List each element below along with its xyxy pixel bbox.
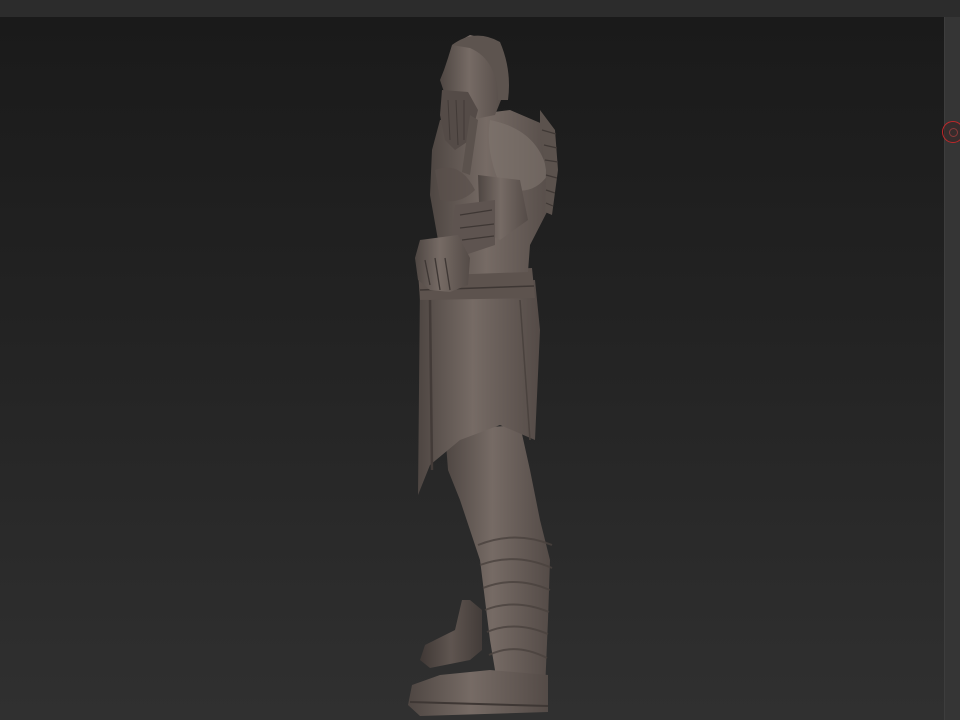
top-toolbar-strip — [0, 0, 960, 17]
front-boot — [408, 670, 548, 716]
3d-viewport-canvas[interactable] — [0, 17, 944, 720]
orbit-gizmo-icon[interactable] — [942, 121, 960, 143]
back-boot — [420, 600, 482, 668]
hand — [415, 235, 470, 292]
sculpt-app-window — [0, 0, 960, 720]
sculpted-character-model — [408, 35, 559, 716]
